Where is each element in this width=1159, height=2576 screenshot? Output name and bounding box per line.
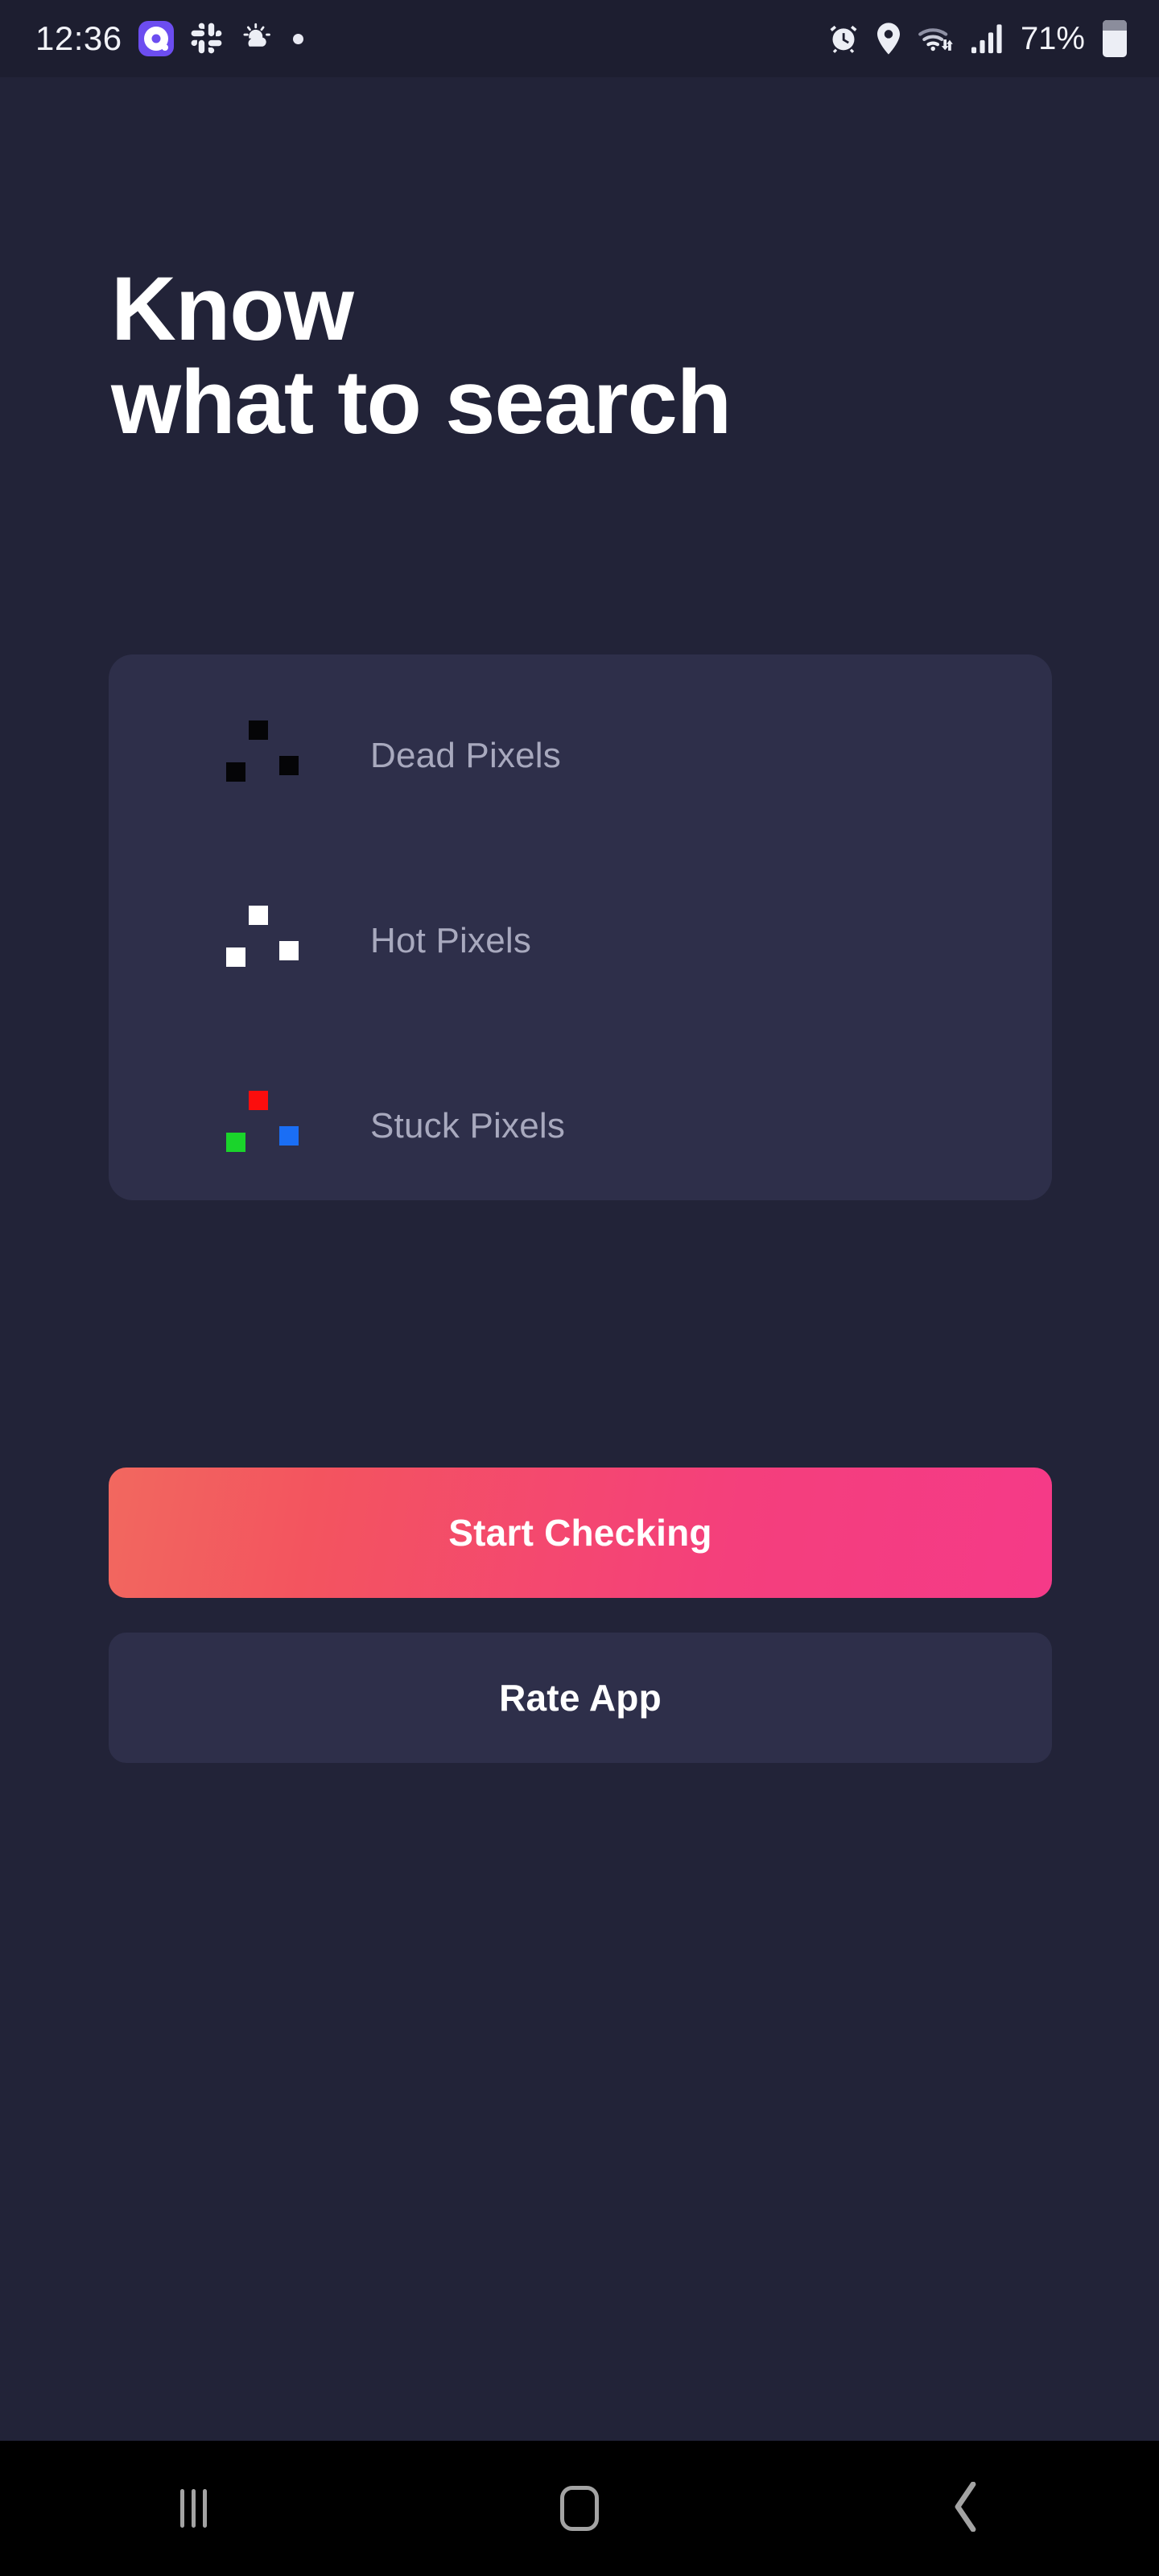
slack-icon: [190, 22, 224, 56]
pixel-type-label-hot: Hot Pixels: [370, 921, 532, 960]
pixel-type-label-stuck: Stuck Pixels: [370, 1106, 566, 1146]
status-bar-left: 12:36: [35, 21, 303, 56]
back-button[interactable]: [885, 2441, 1046, 2576]
dead-pixels-icon: [204, 703, 316, 807]
battery-icon: [1103, 20, 1127, 57]
list-item: Stuck Pixels: [109, 1073, 1052, 1194]
system-navigation-bar: [0, 2441, 1159, 2576]
signal-bars-icon: [971, 23, 1004, 55]
home-icon: [560, 2486, 599, 2531]
wifi-icon: [918, 22, 956, 56]
recents-icon: [179, 2489, 207, 2528]
phone-screen: 12:36 71% Know what to search Dead Pixel…: [0, 0, 1159, 2576]
alarm-icon: [827, 23, 860, 55]
home-button[interactable]: [499, 2441, 660, 2576]
main-content: Know what to search Dead Pixels Hot Pixe…: [0, 77, 1159, 2441]
rate-app-button[interactable]: Rate App: [109, 1633, 1052, 1763]
app-badge-icon: [138, 21, 174, 56]
list-item: Hot Pixels: [109, 888, 1052, 1009]
status-bar-clock: 12:36: [35, 19, 122, 57]
back-icon: [950, 2481, 982, 2536]
status-bar-right: 71%: [827, 20, 1127, 57]
start-checking-label: Start Checking: [448, 1512, 712, 1554]
page-title: Know what to search: [111, 258, 732, 453]
start-checking-button[interactable]: Start Checking: [109, 1468, 1052, 1598]
location-pin-icon: [874, 22, 903, 56]
dot-icon: [292, 33, 303, 44]
battery-percent-label: 71%: [1020, 21, 1085, 56]
rate-app-label: Rate App: [499, 1677, 662, 1719]
pixel-types-card: Dead Pixels Hot Pixels Stuck Pixels: [109, 654, 1052, 1200]
pixel-type-label-dead: Dead Pixels: [370, 736, 561, 775]
stuck-pixels-icon: [204, 1073, 316, 1178]
hot-pixels-icon: [204, 888, 316, 993]
list-item: Dead Pixels: [109, 703, 1052, 824]
status-bar: 12:36 71%: [0, 0, 1159, 77]
recents-button[interactable]: [113, 2441, 274, 2576]
weather-partly-cloudy-icon: [240, 22, 277, 56]
